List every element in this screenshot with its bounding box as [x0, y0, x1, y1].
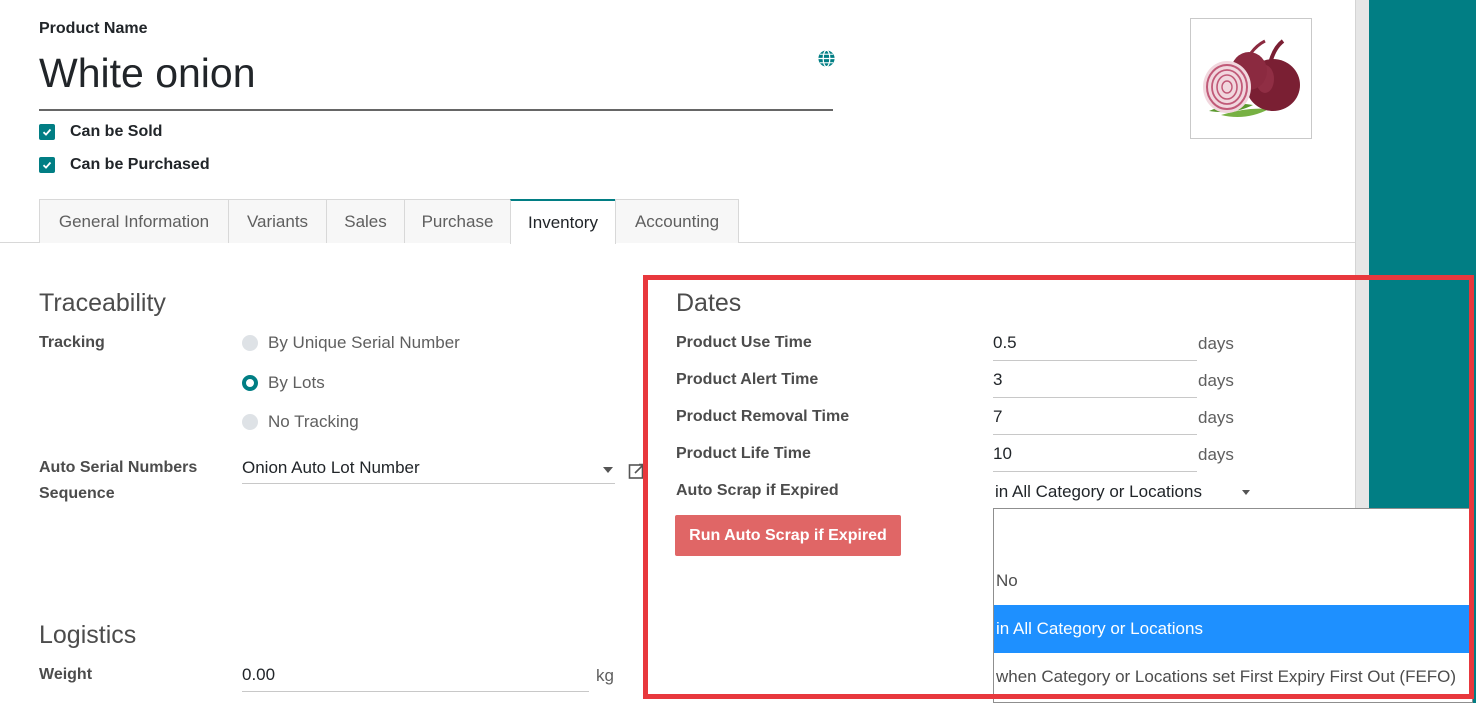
- logistics-title: Logistics: [39, 621, 137, 649]
- product-use-time-label: Product Use Time: [676, 334, 812, 351]
- tab-sales[interactable]: Sales: [326, 199, 405, 243]
- dropdown-option-empty[interactable]: [994, 509, 1472, 557]
- product-life-time-input[interactable]: 10: [993, 444, 1197, 472]
- auto-scrap-value: in All Category or Locations: [995, 482, 1202, 501]
- weight-unit: kg: [596, 666, 614, 685]
- auto-serial-label-line2: Sequence: [39, 485, 115, 502]
- can-be-sold-checkbox[interactable]: [39, 124, 55, 140]
- tracking-option-lots-label: By Lots: [268, 373, 325, 392]
- globe-icon[interactable]: [817, 49, 836, 68]
- tracking-option-serial[interactable]: By Unique Serial Number: [242, 333, 460, 353]
- radio-serial[interactable]: [242, 335, 258, 351]
- product-name-label: Product Name: [39, 20, 148, 37]
- can-be-purchased-row[interactable]: Can be Purchased: [39, 155, 210, 175]
- tab-accounting[interactable]: Accounting: [615, 199, 739, 243]
- auto-serial-select[interactable]: Onion Auto Lot Number: [242, 458, 615, 484]
- product-name-input[interactable]: White onion: [39, 50, 256, 97]
- weight-input[interactable]: 0.00: [242, 665, 589, 692]
- auto-serial-value: Onion Auto Lot Number: [242, 458, 420, 477]
- tracking-option-none[interactable]: No Tracking: [242, 412, 359, 432]
- check-icon: [42, 161, 52, 169]
- weight-label: Weight: [39, 666, 93, 683]
- product-alert-time-input[interactable]: 3: [993, 370, 1197, 398]
- dropdown-option-all-category[interactable]: in All Category or Locations: [994, 605, 1472, 653]
- product-alert-time-label: Product Alert Time: [676, 371, 819, 388]
- radio-lots[interactable]: [242, 375, 258, 391]
- product-use-time-input[interactable]: 0.5: [993, 333, 1197, 361]
- dates-title: Dates: [676, 289, 742, 317]
- product-life-time-unit: days: [1198, 445, 1234, 464]
- tracking-option-serial-label: By Unique Serial Number: [268, 333, 460, 352]
- run-auto-scrap-button[interactable]: Run Auto Scrap if Expired: [675, 515, 901, 556]
- tab-inventory[interactable]: Inventory: [510, 199, 616, 244]
- chevron-down-icon: [1242, 490, 1250, 495]
- traceability-title: Traceability: [39, 289, 166, 317]
- tracking-option-lots[interactable]: By Lots: [242, 373, 325, 393]
- check-icon: [42, 128, 52, 136]
- dropdown-option-fefo[interactable]: when Category or Locations set First Exp…: [994, 653, 1472, 701]
- external-link-icon[interactable]: [628, 462, 646, 485]
- product-removal-time-label: Product Removal Time: [676, 408, 850, 425]
- dropdown-option-no[interactable]: No: [994, 557, 1472, 605]
- can-be-purchased-checkbox[interactable]: [39, 157, 55, 173]
- auto-serial-label-line1: Auto Serial Numbers: [39, 459, 198, 476]
- can-be-sold-row[interactable]: Can be Sold: [39, 122, 162, 142]
- tab-purchase[interactable]: Purchase: [404, 199, 511, 243]
- auto-scrap-label: Auto Scrap if Expired: [676, 482, 839, 499]
- tab-variants[interactable]: Variants: [228, 199, 327, 243]
- product-removal-time-input[interactable]: 7: [993, 407, 1197, 435]
- chevron-down-icon: [603, 467, 613, 473]
- tracking-option-none-label: No Tracking: [268, 412, 359, 431]
- auto-serial-label: Auto Serial Numbers Sequence: [39, 455, 197, 507]
- product-alert-time-unit: days: [1198, 371, 1234, 390]
- product-image[interactable]: [1190, 18, 1312, 139]
- tab-general-information[interactable]: General Information: [39, 199, 229, 243]
- product-use-time-unit: days: [1198, 334, 1234, 353]
- auto-scrap-dropdown[interactable]: No in All Category or Locations when Cat…: [993, 508, 1473, 703]
- can-be-purchased-label: Can be Purchased: [70, 156, 210, 173]
- tracking-label: Tracking: [39, 334, 105, 351]
- product-life-time-label: Product Life Time: [676, 445, 811, 462]
- radio-none[interactable]: [242, 414, 258, 430]
- product-name-underline: [39, 109, 833, 111]
- product-removal-time-unit: days: [1198, 408, 1234, 427]
- can-be-sold-label: Can be Sold: [70, 123, 163, 140]
- auto-scrap-select[interactable]: in All Category or Locations: [995, 482, 1257, 504]
